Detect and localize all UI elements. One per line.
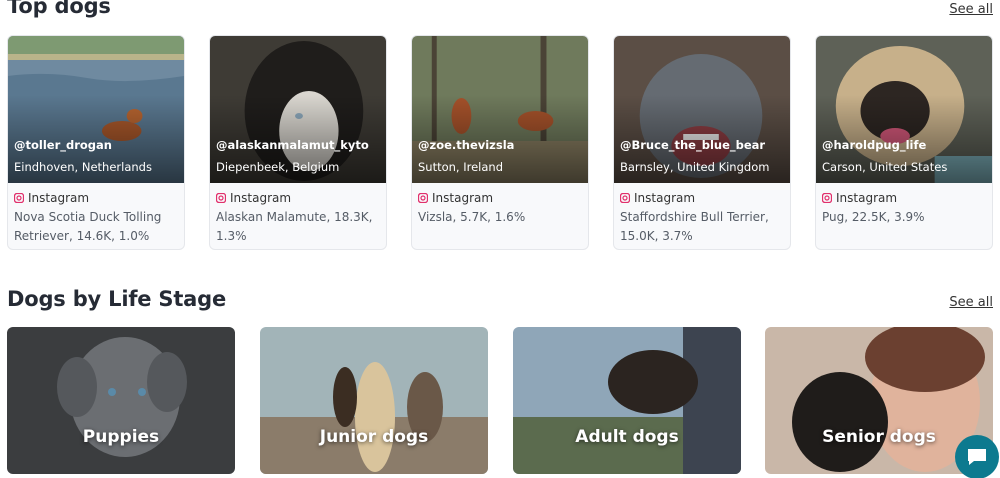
dog-source-label: Instagram [230, 191, 292, 205]
dog-handle: @toller_drogan [14, 138, 112, 152]
life-stage-photo [7, 327, 235, 474]
dog-photo: @alaskanmalamut_kyto Diepenbeek, Belgium [210, 36, 386, 183]
life-stage-label: Adult dogs [575, 427, 679, 447]
top-dogs-header: Top dogs See all [7, 0, 993, 18]
dog-handle: @haroldpug_life [822, 138, 927, 152]
dog-card[interactable]: @Bruce_the_blue_bear Barnsley, United Ki… [613, 35, 791, 250]
life-stage-header: Dogs by Life Stage See all [7, 287, 993, 311]
dog-card[interactable]: @haroldpug_life Carson, United States In… [815, 35, 993, 250]
dog-description: Vizsla, 5.7K, 1.6% [418, 210, 526, 224]
life-stage-card-junior[interactable]: Junior dogs [260, 327, 488, 474]
dog-photo: @toller_drogan Eindhoven, Netherlands [8, 36, 184, 183]
dog-handle: @zoe.thevizsla [418, 138, 515, 152]
dog-card[interactable]: @toller_drogan Eindhoven, Netherlands In… [7, 35, 185, 250]
dog-photo: @zoe.thevizsla Sutton, Ireland [412, 36, 588, 183]
life-stage-title: Dogs by Life Stage [7, 287, 227, 311]
life-stage-label: Junior dogs [319, 427, 429, 447]
dog-handle: @alaskanmalamut_kyto [216, 138, 369, 152]
dog-card[interactable]: @alaskanmalamut_kyto Diepenbeek, Belgium… [209, 35, 387, 250]
instagram-icon [418, 193, 428, 203]
dog-source-label: Instagram [836, 191, 898, 205]
dog-source-label: Instagram [634, 191, 696, 205]
dog-source: Instagram [620, 191, 790, 205]
life-stage-label: Puppies [82, 427, 160, 447]
dog-location: Barnsley, United Kingdom [620, 160, 770, 174]
life-stage-card-puppies[interactable]: Puppies [7, 327, 235, 474]
dog-location: Eindhoven, Netherlands [14, 160, 152, 174]
dog-description: Nova Scotia Duck Tolling Retriever, 14.6… [14, 210, 162, 243]
dog-source: Instagram [418, 191, 588, 205]
instagram-icon [14, 193, 24, 203]
dog-source: Instagram [216, 191, 386, 205]
instagram-icon [216, 193, 226, 203]
dog-source-label: Instagram [28, 191, 90, 205]
dog-photo: @haroldpug_life Carson, United States [816, 36, 992, 183]
dog-photo: @Bruce_the_blue_bear Barnsley, United Ki… [614, 36, 790, 183]
dog-description: Pug, 22.5K, 3.9% [822, 210, 925, 224]
dog-description: Alaskan Malamute, 18.3K, 1.3% [216, 210, 373, 243]
life-stage-photo [513, 327, 741, 474]
instagram-icon [620, 193, 630, 203]
dog-description: Staffordshire Bull Terrier, 15.0K, 3.7% [620, 210, 769, 243]
dog-location: Carson, United States [822, 160, 948, 174]
dog-source: Instagram [822, 191, 992, 205]
dog-location: Diepenbeek, Belgium [216, 160, 340, 174]
dog-handle: @Bruce_the_blue_bear [620, 138, 766, 152]
life-stage-see-all-link[interactable]: See all [949, 295, 993, 310]
dog-location: Sutton, Ireland [418, 160, 504, 174]
chat-bubble-icon [968, 449, 986, 465]
life-stage-card-adult[interactable]: Adult dogs [513, 327, 741, 474]
life-stage-photo [260, 327, 488, 474]
instagram-icon [822, 193, 832, 203]
dog-source: Instagram [14, 191, 184, 205]
dog-card[interactable]: @zoe.thevizsla Sutton, Ireland Instagram… [411, 35, 589, 250]
top-dogs-title: Top dogs [7, 0, 111, 18]
dog-source-label: Instagram [432, 191, 494, 205]
top-dogs-see-all-link[interactable]: See all [949, 2, 993, 17]
chat-button[interactable] [955, 435, 999, 478]
